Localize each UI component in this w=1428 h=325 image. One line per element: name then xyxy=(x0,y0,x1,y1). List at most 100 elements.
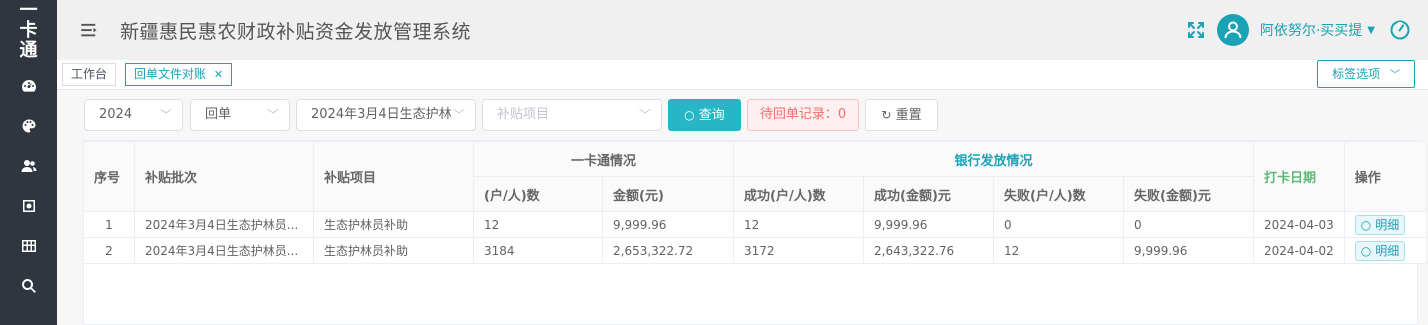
cell-card-count: 12 xyxy=(473,211,603,238)
cell-action: ○ 明细 xyxy=(1343,237,1427,264)
caret-down-icon[interactable]: ▼ xyxy=(1367,25,1375,36)
cell-fail-amount: 0 xyxy=(1123,211,1254,238)
sidebar-item-dashboard[interactable] xyxy=(0,66,57,106)
header-project: 补贴项目 xyxy=(313,141,474,212)
chevron-down-icon: ﹀ xyxy=(1390,70,1400,81)
cell-fail-amount: 9,999.96 xyxy=(1123,237,1254,264)
header-batch: 补贴批次 xyxy=(134,141,314,212)
header-bank-group: 银行发放情况 xyxy=(733,141,1254,177)
header-card-group: 一卡通情况 xyxy=(473,141,734,177)
settings-box-icon xyxy=(22,200,35,212)
avatar[interactable] xyxy=(1216,14,1249,46)
tag-workbench[interactable]: 工作台 xyxy=(62,63,117,86)
refresh-icon: ↻ xyxy=(881,108,892,122)
table-row: 2 2024年3月4日生态护林员... 生态护林员补助 3184 2,653,3… xyxy=(83,237,1427,264)
logo-char-1: 一 xyxy=(19,0,38,21)
cell-card-amount: 9,999.96 xyxy=(602,211,734,238)
chevron-down-icon: ﹀ xyxy=(266,108,279,122)
tag-label: 回单文件对账 xyxy=(134,67,207,81)
power-icon[interactable] xyxy=(1389,19,1411,41)
user-icon xyxy=(1224,21,1242,39)
sidebar-item-search[interactable] xyxy=(0,266,57,306)
detail-button[interactable]: ○ 明细 xyxy=(1354,240,1406,261)
hamburger-menu-icon[interactable] xyxy=(80,23,100,37)
year-select[interactable]: 2024 ﹀ xyxy=(84,99,183,131)
batch-value: 2024年3月4日生态护林 xyxy=(311,107,452,122)
header-fail-count: 失败(户/人)数 xyxy=(993,176,1124,212)
palette-icon xyxy=(22,119,36,133)
logo-char-3: 通 xyxy=(19,40,38,61)
cell-index: 1 xyxy=(83,211,135,238)
cell-success-amount: 2,643,322.76 xyxy=(863,237,994,264)
tag-options-button[interactable]: 标签选项 ﹀ xyxy=(1317,60,1415,88)
chevron-down-icon: ﹀ xyxy=(159,108,172,122)
detail-label: 明细 xyxy=(1375,244,1400,258)
sidebar-item-grid[interactable] xyxy=(0,226,57,266)
pending-records-button[interactable]: 待回单记录：0 xyxy=(747,99,859,131)
header-date: 打卡日期 xyxy=(1253,141,1345,212)
tags-view-bar: 工作台 回单文件对账 ✕ 标签选项 ﹀ xyxy=(57,60,1428,90)
search-icon: ○ xyxy=(1360,217,1372,232)
users-icon xyxy=(21,160,36,172)
tag-receipt-reconcile[interactable]: 回单文件对账 ✕ xyxy=(125,63,233,86)
cell-action: ○ 明细 xyxy=(1343,211,1427,238)
app-logo: 一 卡 通 xyxy=(0,0,57,62)
cell-success-amount: 9,999.96 xyxy=(863,211,994,238)
header-card-amount: 金额(元) xyxy=(602,176,734,212)
project-placeholder: 补贴项目 xyxy=(497,107,550,122)
sidebar-item-palette[interactable] xyxy=(0,106,57,146)
search-icon: ○ xyxy=(684,108,695,122)
header-success-count: 成功(户/人)数 xyxy=(733,176,864,212)
dashboard-icon xyxy=(21,80,36,92)
pending-label: 待回单记录：0 xyxy=(759,107,847,122)
cell-fail-count: 12 xyxy=(993,237,1124,264)
header-action: 操作 xyxy=(1343,141,1427,212)
cell-batch: 2024年3月4日生态护林员... xyxy=(134,237,314,264)
cell-project: 生态护林员补助 xyxy=(313,237,474,264)
batch-select[interactable]: 2024年3月4日生态护林 ﹀ xyxy=(296,99,476,131)
cell-project: 生态护林员补助 xyxy=(313,211,474,238)
cell-success-count: 3172 xyxy=(733,237,864,264)
cell-batch: 2024年3月4日生态护林员... xyxy=(134,211,314,238)
header-success-amount: 成功(金额)元 xyxy=(863,176,994,212)
top-header: 新疆惠民惠农财政补贴资金发放管理系统 阿依努尔·买买提 ▼ xyxy=(57,0,1428,60)
cell-card-count: 3184 xyxy=(473,237,603,264)
fullscreen-icon[interactable] xyxy=(1187,21,1205,39)
query-label: 查询 xyxy=(698,108,725,123)
username-dropdown[interactable]: 阿依努尔·买买提 xyxy=(1260,20,1362,40)
header-index: 序号 xyxy=(83,141,135,212)
tag-options-label: 标签选项 xyxy=(1332,67,1381,81)
detail-button[interactable]: ○ 明细 xyxy=(1354,214,1406,235)
grid-icon xyxy=(21,240,36,252)
search-icon: ○ xyxy=(1360,243,1372,258)
reset-label: 重置 xyxy=(895,108,922,123)
project-select[interactable]: 补贴项目 ﹀ xyxy=(482,99,662,131)
main-content: 2024 ﹀ 回单 ﹀ 2024年3月4日生态护林 ﹀ 补贴项目 ﹀ ○ 查询 … xyxy=(57,90,1428,325)
type-value: 回单 xyxy=(205,107,232,122)
header-fail-amount: 失败(金额)元 xyxy=(1123,176,1254,212)
cell-success-count: 12 xyxy=(733,211,864,238)
table-row: 1 2024年3月4日生态护林员... 生态护林员补助 12 9,999.96 … xyxy=(83,211,1427,238)
reconcile-table: 序号 补贴批次 补贴项目 一卡通情况 银行发放情况 打卡日期 操作 (户/人)数… xyxy=(83,141,1427,264)
chevron-down-icon: ﹀ xyxy=(452,108,465,122)
cell-date: 2024-04-02 xyxy=(1253,237,1345,264)
header-card-count: (户/人)数 xyxy=(473,176,603,212)
cell-fail-count: 0 xyxy=(993,211,1124,238)
year-value: 2024 xyxy=(99,107,133,122)
cell-date: 2024-04-03 xyxy=(1253,211,1345,238)
sidebar: 一 卡 通 xyxy=(0,0,57,325)
close-icon[interactable]: ✕ xyxy=(214,68,223,81)
sidebar-item-settings[interactable] xyxy=(0,186,57,226)
reset-button[interactable]: ↻ 重置 xyxy=(865,99,938,131)
sidebar-item-users[interactable] xyxy=(0,146,57,186)
tag-label: 工作台 xyxy=(71,67,108,81)
page-title: 新疆惠民惠农财政补贴资金发放管理系统 xyxy=(120,20,472,43)
cell-card-amount: 2,653,322.72 xyxy=(602,237,734,264)
logo-char-2: 卡 xyxy=(19,20,38,41)
detail-label: 明细 xyxy=(1375,218,1400,232)
cell-index: 2 xyxy=(83,237,135,264)
search-icon xyxy=(21,279,36,293)
chevron-down-icon: ﹀ xyxy=(638,108,651,122)
query-button[interactable]: ○ 查询 xyxy=(668,99,741,131)
type-select[interactable]: 回单 ﹀ xyxy=(190,99,290,131)
